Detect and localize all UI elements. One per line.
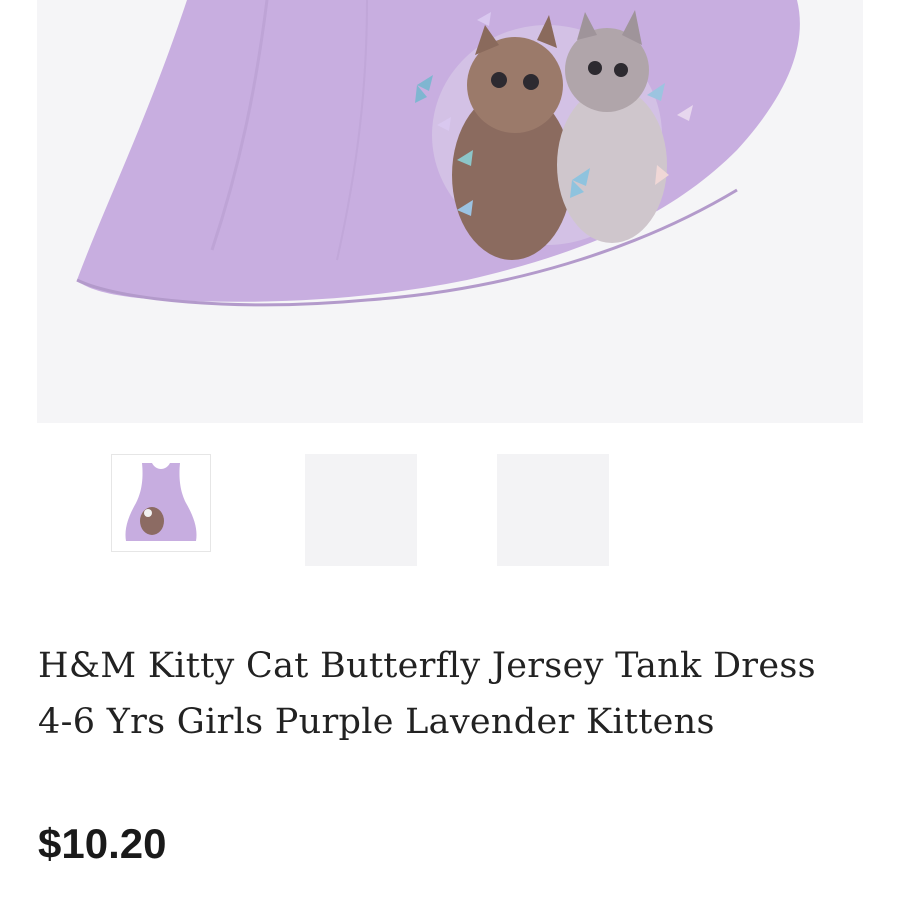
thumbnail-strip [0,454,900,568]
product-title: H&M Kitty Cat Butterfly Jersey Tank Dres… [38,646,816,742]
product-price: $10.20 [38,820,167,867]
thumbnail-1-image [112,455,210,551]
dress-photo [37,0,863,423]
thumbnail-3[interactable] [497,454,609,566]
thumbnail-1[interactable] [111,454,211,552]
main-product-image[interactable] [37,0,863,423]
thumbnail-2[interactable] [305,454,417,566]
